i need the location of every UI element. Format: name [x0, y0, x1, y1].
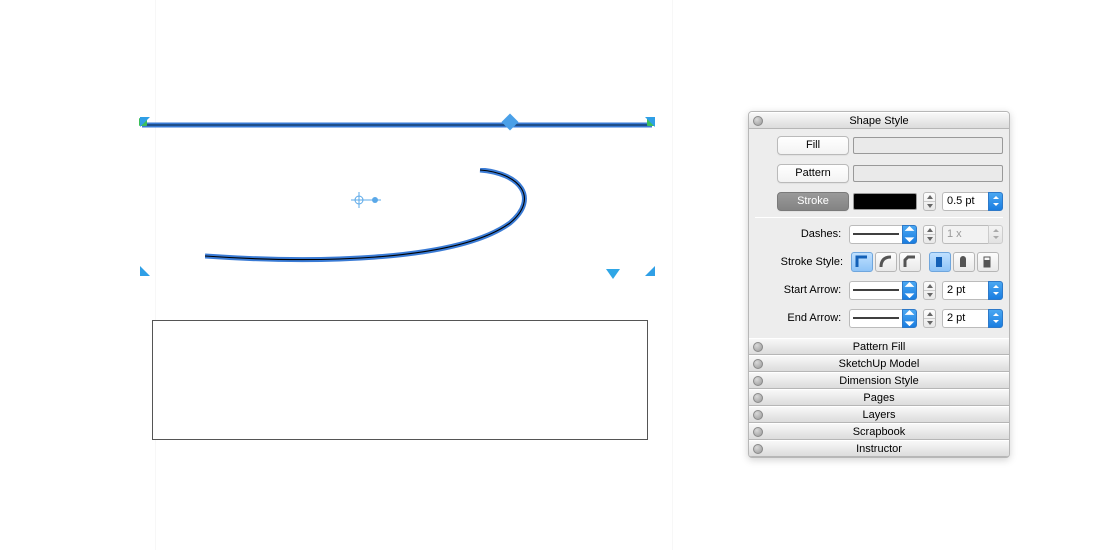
start-arrow-size-stepper[interactable] — [923, 281, 936, 300]
dropdown-arrow-icon[interactable] — [902, 309, 917, 328]
dropdown-arrow-icon[interactable] — [902, 225, 917, 244]
start-arrow-label: Start Arrow: — [755, 284, 845, 296]
dropdown-arrow-icon[interactable] — [902, 281, 917, 300]
selection-corner-icon — [645, 266, 655, 276]
panel-collapse-icon[interactable] — [753, 427, 763, 437]
dashes-style-select[interactable] — [849, 225, 917, 244]
panel-collapse-icon[interactable] — [753, 444, 763, 454]
selected-shape-curve[interactable] — [205, 168, 535, 268]
panel-collapse-icon[interactable] — [753, 410, 763, 420]
corner-style-segmented — [851, 252, 999, 272]
dropdown-arrow-icon[interactable] — [988, 192, 1003, 211]
fill-toggle-button[interactable]: Fill — [777, 136, 849, 155]
section-title: Pattern Fill — [749, 341, 1009, 353]
section-title: Dimension Style — [749, 375, 1009, 387]
selected-shape-line[interactable] — [142, 119, 652, 125]
cap-flat-button[interactable] — [929, 252, 951, 272]
shape-style-body: Fill Pattern Stroke 0.5 pt Dashes: — [749, 129, 1009, 338]
section-title: SketchUp Model — [749, 358, 1009, 370]
inspector-panel: Shape Style Fill Pattern Stroke 0.5 pt — [748, 111, 1010, 458]
dropdown-arrow-icon[interactable] — [988, 309, 1003, 328]
section-header-pattern-fill[interactable]: Pattern Fill — [749, 338, 1009, 355]
section-header-layers[interactable]: Layers — [749, 406, 1009, 423]
cap-round-button[interactable] — [953, 252, 975, 272]
selection-corner-icon — [645, 117, 655, 127]
section-header-sketchup-model[interactable]: SketchUp Model — [749, 355, 1009, 372]
rotate-handle-icon[interactable] — [606, 269, 620, 279]
start-arrow-size-value[interactable]: 2 pt — [942, 281, 988, 300]
stroke-toggle-button[interactable]: Stroke — [777, 192, 849, 211]
guide-vertical — [672, 0, 673, 550]
start-arrow-size-field[interactable]: 2 pt — [942, 281, 1003, 300]
cap-square-button[interactable] — [977, 252, 999, 272]
corner-bevel-button[interactable] — [899, 252, 921, 272]
end-arrow-size-value[interactable]: 2 pt — [942, 309, 988, 328]
section-title: Scrapbook — [749, 426, 1009, 438]
fill-color-swatch[interactable] — [853, 137, 1003, 154]
stroke-width-value[interactable]: 0.5 pt — [942, 192, 988, 211]
dash-multiplier-value: 1 x — [942, 225, 988, 244]
panel-collapse-icon[interactable] — [753, 342, 763, 352]
selection-corner-icon — [140, 266, 150, 276]
stroke-color-swatch[interactable] — [853, 193, 917, 210]
panel-collapse-icon[interactable] — [753, 359, 763, 369]
panel-collapse-icon[interactable] — [753, 376, 763, 386]
rectangle-shape[interactable] — [152, 320, 648, 440]
corner-miter-button[interactable] — [851, 252, 873, 272]
section-header-scrapbook[interactable]: Scrapbook — [749, 423, 1009, 440]
pattern-swatch[interactable] — [853, 165, 1003, 182]
corner-round-button[interactable] — [875, 252, 897, 272]
pattern-toggle-button[interactable]: Pattern — [777, 164, 849, 183]
section-header-instructor[interactable]: Instructor — [749, 440, 1009, 457]
dashes-label: Dashes: — [755, 228, 845, 240]
section-header-dimension-style[interactable]: Dimension Style — [749, 372, 1009, 389]
dash-multiplier-field: 1 x — [942, 225, 1003, 244]
section-title: Pages — [749, 392, 1009, 404]
dash-multiplier-stepper[interactable] — [923, 225, 936, 244]
dropdown-arrow-icon[interactable] — [988, 281, 1003, 300]
start-arrow-select[interactable] — [849, 281, 917, 300]
section-title: Layers — [749, 409, 1009, 421]
stroke-style-label: Stroke Style: — [755, 256, 847, 268]
guide-vertical — [155, 0, 156, 550]
section-header-pages[interactable]: Pages — [749, 389, 1009, 406]
stroke-width-field[interactable]: 0.5 pt — [942, 192, 1003, 211]
dropdown-arrow-icon — [988, 225, 1003, 244]
panel-collapse-icon[interactable] — [753, 116, 763, 126]
end-arrow-size-stepper[interactable] — [923, 309, 936, 328]
end-arrow-label: End Arrow: — [755, 312, 845, 324]
section-title: Shape Style — [749, 115, 1009, 127]
end-arrow-size-field[interactable]: 2 pt — [942, 309, 1003, 328]
section-title: Instructor — [749, 443, 1009, 455]
section-header-shape-style[interactable]: Shape Style — [749, 112, 1009, 129]
stroke-width-stepper[interactable] — [923, 192, 936, 211]
selection-corner-icon — [140, 117, 150, 127]
drawing-canvas[interactable] — [0, 0, 700, 550]
panel-collapse-icon[interactable] — [753, 393, 763, 403]
end-arrow-select[interactable] — [849, 309, 917, 328]
